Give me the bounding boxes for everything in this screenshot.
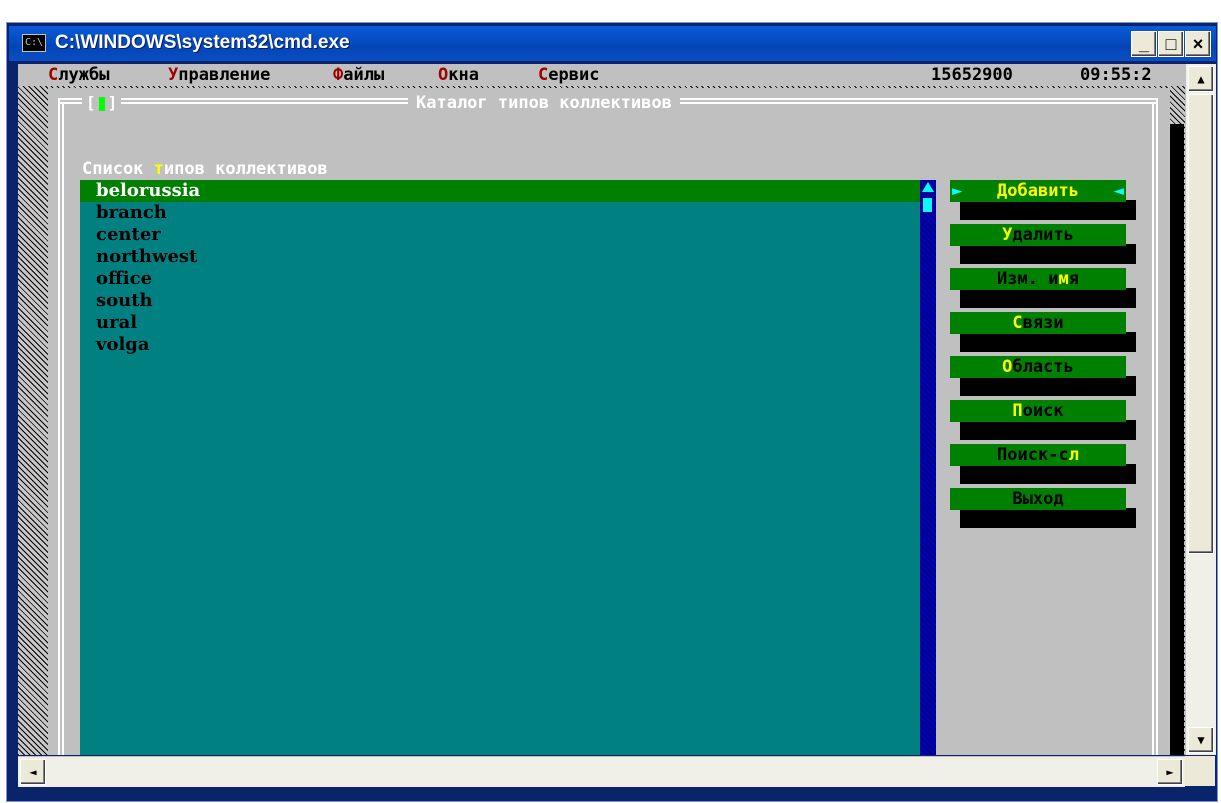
button-label: бласть	[1012, 357, 1074, 377]
links-button[interactable]: Связи	[950, 312, 1126, 334]
menu-label: правление	[178, 65, 271, 85]
scroll-up-arrow-icon[interactable]	[922, 182, 934, 192]
search-next-button[interactable]: Поиск-сл	[950, 444, 1126, 466]
clock-readout: 09:55:2	[1080, 65, 1152, 85]
menu-label: кна	[448, 65, 479, 85]
window-horizontal-scrollbar[interactable]: ◄ ►	[18, 756, 1185, 787]
add-button[interactable]: ► Добавить ◄	[950, 180, 1126, 202]
dialog-shadow	[1170, 124, 1184, 755]
list-label: Список типов коллективов	[82, 160, 328, 178]
resize-grip-icon[interactable]	[1185, 756, 1215, 786]
scroll-down-icon[interactable]: ▼	[1188, 727, 1214, 753]
types-listbox[interactable]: belorussia branch center northwest offic…	[80, 180, 920, 755]
minimize-button[interactable]: _	[1131, 31, 1157, 57]
list-label-hotkey: т	[153, 159, 164, 179]
button-label: Изм. и	[997, 269, 1059, 289]
area-button[interactable]: Область	[950, 356, 1126, 378]
button-shadow	[960, 376, 1136, 396]
dialog-border	[62, 102, 64, 755]
focus-arrow-right-icon: ►	[952, 181, 963, 201]
exit-button[interactable]: Выход	[950, 488, 1126, 510]
button-label: далить	[1012, 225, 1074, 245]
menu-service[interactable]: Сервис	[538, 64, 599, 86]
list-item[interactable]: office	[80, 268, 920, 290]
button-label: оиск	[1022, 401, 1064, 421]
console-area: Службы Управление Файлы Окна Сервис 1565…	[18, 64, 1185, 755]
button-hotkey: м	[1058, 269, 1069, 289]
menu-hotkey: Ф	[333, 65, 344, 85]
button-shadow	[960, 332, 1136, 352]
dialog-border	[1156, 98, 1158, 755]
list-label-part: Список	[82, 159, 154, 179]
button-shadow	[960, 508, 1136, 528]
button-label: вязи	[1022, 313, 1064, 333]
menu-bar: Службы Управление Файлы Окна Сервис 1565…	[18, 64, 1185, 86]
scroll-right-icon[interactable]: ►	[1157, 759, 1183, 785]
menu-label: айлы	[343, 65, 385, 85]
button-shadow	[960, 244, 1136, 264]
button-shadow	[960, 464, 1136, 484]
button-label: Поиск-с	[997, 445, 1069, 465]
button-hotkey: Д	[997, 181, 1008, 201]
button-shadow	[960, 200, 1136, 220]
cmd-icon[interactable]: C:\	[22, 34, 46, 52]
rename-button[interactable]: Изм. имя	[950, 268, 1126, 290]
menu-hotkey: С	[538, 65, 549, 85]
scroll-up-icon[interactable]: ▲	[1188, 66, 1214, 92]
button-hotkey: П	[1012, 401, 1023, 421]
window-vertical-scrollbar[interactable]: ▲ ▼	[1185, 64, 1216, 755]
list-item[interactable]: belorussia	[80, 180, 920, 202]
dialog-border	[1152, 102, 1154, 755]
menu-control[interactable]: Управление	[168, 64, 270, 86]
list-item[interactable]: south	[80, 290, 920, 312]
button-hotkey: О	[1002, 357, 1013, 377]
list-item[interactable]: volga	[80, 334, 920, 356]
button-label: обавить	[1007, 181, 1079, 201]
button-shadow	[960, 420, 1136, 440]
menu-files[interactable]: Файлы	[333, 64, 384, 86]
maximize-button[interactable]: □	[1158, 31, 1184, 57]
list-item[interactable]: branch	[80, 202, 920, 224]
button-shadow	[960, 288, 1136, 308]
button-label: я	[1068, 269, 1079, 289]
vertical-scroll-thumb[interactable]	[1188, 94, 1214, 554]
focus-arrow-left-icon: ◄	[1113, 181, 1124, 201]
counter-readout: 15652900	[931, 65, 1013, 85]
list-item[interactable]: northwest	[80, 246, 920, 268]
dialog-close-icon[interactable]: []	[82, 93, 122, 113]
list-item[interactable]: ural	[80, 312, 920, 334]
list-label-part: ипов коллективов	[163, 159, 328, 179]
dialog-title: Каталог типов коллективов	[408, 93, 680, 113]
catalog-dialog: [] Каталог типов коллективов Список типо…	[48, 88, 1170, 755]
delete-button[interactable]: Удалить	[950, 224, 1126, 246]
search-button[interactable]: Поиск	[950, 400, 1126, 422]
menu-label: ервис	[548, 65, 600, 85]
menu-label: лужбы	[58, 65, 110, 85]
scroll-left-icon[interactable]: ◄	[20, 759, 46, 785]
menu-hotkey: О	[438, 65, 449, 85]
close-button[interactable]: ×	[1185, 31, 1211, 57]
button-hotkey: У	[1002, 225, 1013, 245]
window-title: C:\WINDOWS\system32\cmd.exe	[55, 32, 350, 53]
menu-windows[interactable]: Окна	[438, 64, 479, 86]
button-hotkey: л	[1068, 445, 1079, 465]
button-hotkey: С	[1012, 313, 1023, 333]
list-item[interactable]: center	[80, 224, 920, 246]
menu-hotkey: У	[168, 65, 179, 85]
dialog-border	[58, 98, 60, 755]
menu-hotkey: С	[48, 65, 59, 85]
scroll-thumb[interactable]	[923, 198, 932, 212]
menu-services[interactable]: Службы	[48, 64, 109, 86]
list-scrollbar[interactable]	[920, 180, 936, 755]
